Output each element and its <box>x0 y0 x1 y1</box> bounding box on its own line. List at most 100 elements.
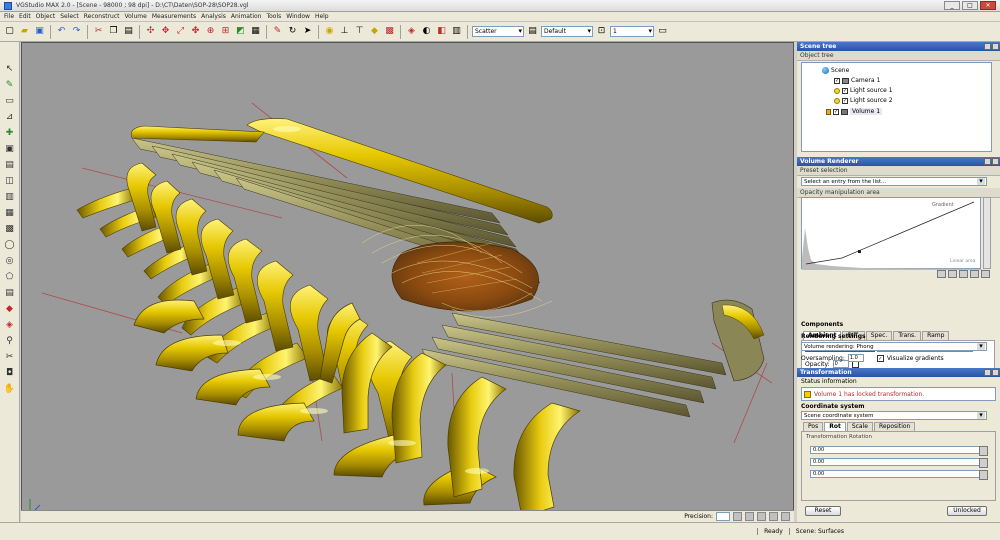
precision-field[interactable] <box>716 512 730 521</box>
clip-plane-icon[interactable]: ◫ <box>3 174 16 187</box>
layer-icon[interactable]: ▥ <box>3 190 16 203</box>
menu-select[interactable]: Select <box>60 13 79 20</box>
box-icon[interactable]: ▩ <box>383 25 396 38</box>
new-file-icon[interactable]: ▢ <box>3 25 16 38</box>
grow-icon[interactable]: ✚ <box>3 126 16 139</box>
move-icon[interactable]: ✤ <box>189 25 202 38</box>
menu-reconstruct[interactable]: Reconstruct <box>84 13 120 20</box>
grid-view-icon[interactable]: ▩ <box>3 222 16 235</box>
rotation-y-field[interactable]: 0.00 <box>810 458 988 468</box>
render-mode-select[interactable]: Scatter <box>472 26 524 37</box>
redo-icon[interactable]: ↷ <box>70 25 83 38</box>
float-button[interactable] <box>984 43 991 50</box>
zoom-in-icon[interactable] <box>937 270 946 278</box>
copy-icon[interactable]: ❐ <box>107 25 120 38</box>
pointer-icon[interactable]: ➤ <box>301 25 314 38</box>
undo-icon[interactable]: ↶ <box>55 25 68 38</box>
unlock-button[interactable]: Unlocked <box>947 506 987 516</box>
light-icon[interactable]: ◉ <box>323 25 336 38</box>
tree-item-volume[interactable]: ✓ Volume 1 <box>826 108 883 115</box>
fill-icon[interactable]: ◆ <box>3 302 16 315</box>
render-icon[interactable]: ◐ <box>420 25 433 38</box>
minimize-button[interactable]: _ <box>944 1 960 10</box>
brush-icon[interactable]: ✎ <box>271 25 284 38</box>
grid-icon[interactable]: ▦ <box>249 25 262 38</box>
snapshot-icon[interactable]: ▥ <box>450 25 463 38</box>
table-icon[interactable]: ▤ <box>3 286 16 299</box>
tree-item-scene[interactable]: Scene <box>822 67 849 74</box>
menu-edit[interactable]: Edit <box>19 13 31 20</box>
float-button[interactable] <box>984 369 991 376</box>
menu-object[interactable]: Object <box>36 13 56 20</box>
maximize-button[interactable]: □ <box>962 1 978 10</box>
tree-item-camera[interactable]: ✓ Camera 1 <box>834 77 880 84</box>
histogram-scrollbar[interactable] <box>983 197 991 269</box>
menu-measurements[interactable]: Measurements <box>152 13 196 20</box>
menu-help[interactable]: Help <box>315 13 329 20</box>
lasso-icon[interactable]: ↻ <box>286 25 299 38</box>
tab-scale[interactable]: Scale <box>846 422 873 431</box>
float-button[interactable] <box>984 158 991 165</box>
hand-icon[interactable]: ✋ <box>3 382 16 395</box>
plane-icon[interactable]: ⊤ <box>353 25 366 38</box>
camera-icon[interactable]: ◧ <box>435 25 448 38</box>
view-iso-icon[interactable] <box>769 512 778 521</box>
align-icon[interactable]: ⊕ <box>204 25 217 38</box>
menu-analysis[interactable]: Analysis <box>201 13 226 20</box>
render-mode-combo[interactable]: Volume rendering: Phong <box>801 342 987 351</box>
opacity-histogram[interactable]: Gradient Linear area <box>801 197 982 270</box>
view-front-icon[interactable] <box>733 512 742 521</box>
paste-icon[interactable]: ▤ <box>122 25 135 38</box>
tree-item-light-1[interactable]: ✓ Light source 1 <box>834 87 893 94</box>
coord-system-select[interactable]: Scene coordinate system <box>801 411 987 420</box>
clip-icon[interactable]: ◩ <box>234 25 247 38</box>
close-panel-button[interactable] <box>992 369 999 376</box>
rotate-icon[interactable]: ✥ <box>159 25 172 38</box>
view-reset-icon[interactable] <box>781 512 790 521</box>
frame-icon[interactable]: ▭ <box>656 25 669 38</box>
menu-volume[interactable]: Volume <box>125 13 147 20</box>
view-select[interactable]: Default <box>541 26 593 37</box>
cube-icon[interactable]: ◆ <box>368 25 381 38</box>
oversampling-field[interactable]: 1.0 <box>847 354 864 362</box>
view-side-icon[interactable] <box>745 512 754 521</box>
tab-reposition[interactable]: Reposition <box>873 422 916 431</box>
rotation-z-field[interactable]: 0.00 <box>810 470 988 480</box>
close-panel-button[interactable] <box>992 43 999 50</box>
close-panel-button[interactable] <box>992 158 999 165</box>
transform-icon[interactable]: ✣ <box>144 25 157 38</box>
object-tree[interactable]: Scene ✓ Camera 1 ✓ Light source 1 ✓ Ligh… <box>801 62 992 152</box>
close-button[interactable]: ✕ <box>980 1 996 10</box>
zoom-out-icon[interactable] <box>948 270 957 278</box>
open-folder-icon[interactable]: ▰ <box>18 25 31 38</box>
slice-icon[interactable]: ▦ <box>3 206 16 219</box>
pen-icon[interactable]: ✎ <box>3 78 16 91</box>
preset-select[interactable]: Select an entry from the list... <box>801 177 987 186</box>
save-icon[interactable]: ▣ <box>33 25 46 38</box>
visibility-checkbox[interactable]: ✓ <box>842 87 848 94</box>
select-arrow-icon[interactable]: ↖ <box>3 62 16 75</box>
rect-select-icon[interactable]: ▣ <box>3 142 16 155</box>
color-icon[interactable]: ◈ <box>405 25 418 38</box>
scale-icon[interactable]: ⤢ <box>174 25 187 38</box>
eraser-icon[interactable]: ◈ <box>3 318 16 331</box>
3d-viewport[interactable] <box>21 42 794 522</box>
fit-icon[interactable] <box>959 270 968 278</box>
settings-icon[interactable]: ▤ <box>526 25 539 38</box>
polygon-icon[interactable]: ⬠ <box>3 270 16 283</box>
measure-icon[interactable]: ⊿ <box>3 110 16 123</box>
menu-file[interactable]: File <box>4 13 14 20</box>
zoom-select[interactable]: 1 <box>610 26 654 37</box>
log-icon[interactable] <box>970 270 979 278</box>
menu-tools[interactable]: Tools <box>266 13 281 20</box>
tab-rotation[interactable]: Rot <box>824 422 846 431</box>
reset-icon[interactable] <box>981 270 990 278</box>
menu-window[interactable]: Window <box>286 13 310 20</box>
view-top-icon[interactable] <box>757 512 766 521</box>
scissors-icon[interactable]: ✂ <box>3 350 16 363</box>
sphere-icon[interactable]: ◯ <box>3 238 16 251</box>
tree-item-light-2[interactable]: ✓ Light source 2 <box>834 97 893 104</box>
visibility-checkbox[interactable]: ✓ <box>833 108 839 115</box>
reset-button[interactable]: Reset <box>805 506 841 516</box>
cut-icon[interactable]: ✂ <box>92 25 105 38</box>
